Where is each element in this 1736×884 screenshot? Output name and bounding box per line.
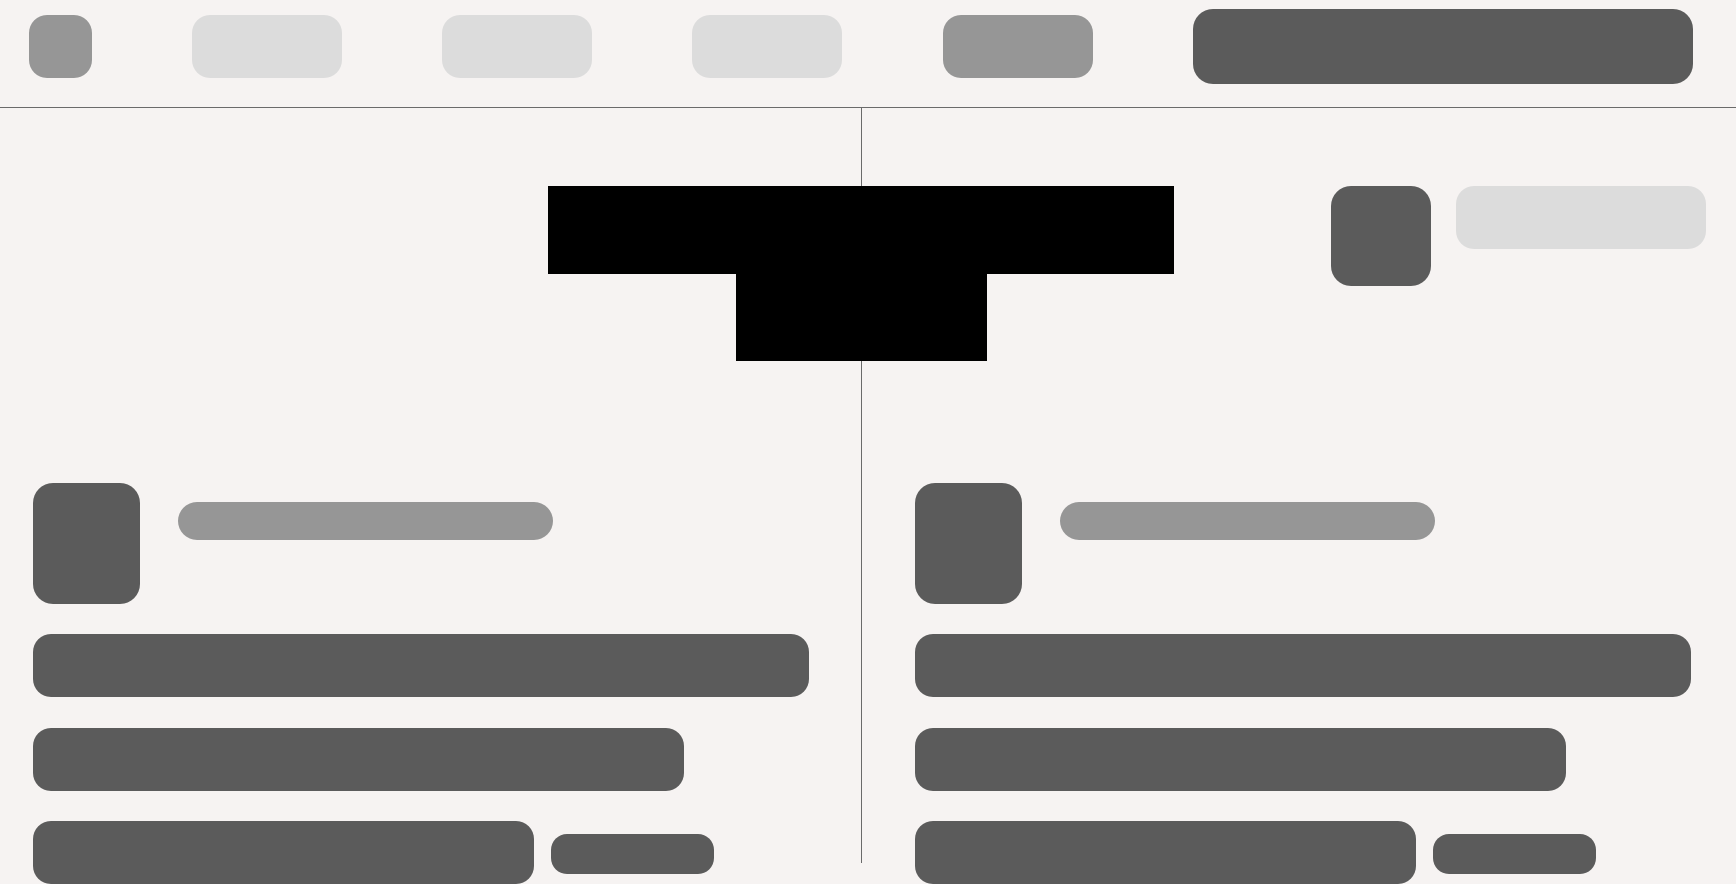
home-button[interactable] xyxy=(29,15,92,78)
profile-avatar[interactable] xyxy=(1331,186,1431,286)
right-card-title xyxy=(1060,502,1435,540)
left-card-line-3 xyxy=(33,821,534,884)
topbar-divider xyxy=(0,107,1736,108)
search-input[interactable] xyxy=(1193,9,1693,84)
right-card-line-3 xyxy=(915,821,1416,884)
right-card-tag[interactable] xyxy=(1433,834,1596,874)
left-card-line-2 xyxy=(33,728,684,791)
nav-tab-1[interactable] xyxy=(192,15,342,78)
nav-tab-3[interactable] xyxy=(692,15,842,78)
nav-tab-4[interactable] xyxy=(943,15,1093,78)
top-navigation-bar xyxy=(0,0,1736,108)
nav-tab-2[interactable] xyxy=(442,15,592,78)
redaction-block-bottom xyxy=(736,273,987,361)
left-card-avatar[interactable] xyxy=(33,483,140,604)
profile-name-field[interactable] xyxy=(1456,186,1706,249)
left-card-title xyxy=(178,502,553,540)
right-card-line-1 xyxy=(915,634,1691,697)
redaction-block-top xyxy=(548,186,1174,274)
right-card-avatar[interactable] xyxy=(915,483,1022,604)
left-card-line-1 xyxy=(33,634,809,697)
left-card-tag[interactable] xyxy=(551,834,714,874)
right-card-line-2 xyxy=(915,728,1566,791)
